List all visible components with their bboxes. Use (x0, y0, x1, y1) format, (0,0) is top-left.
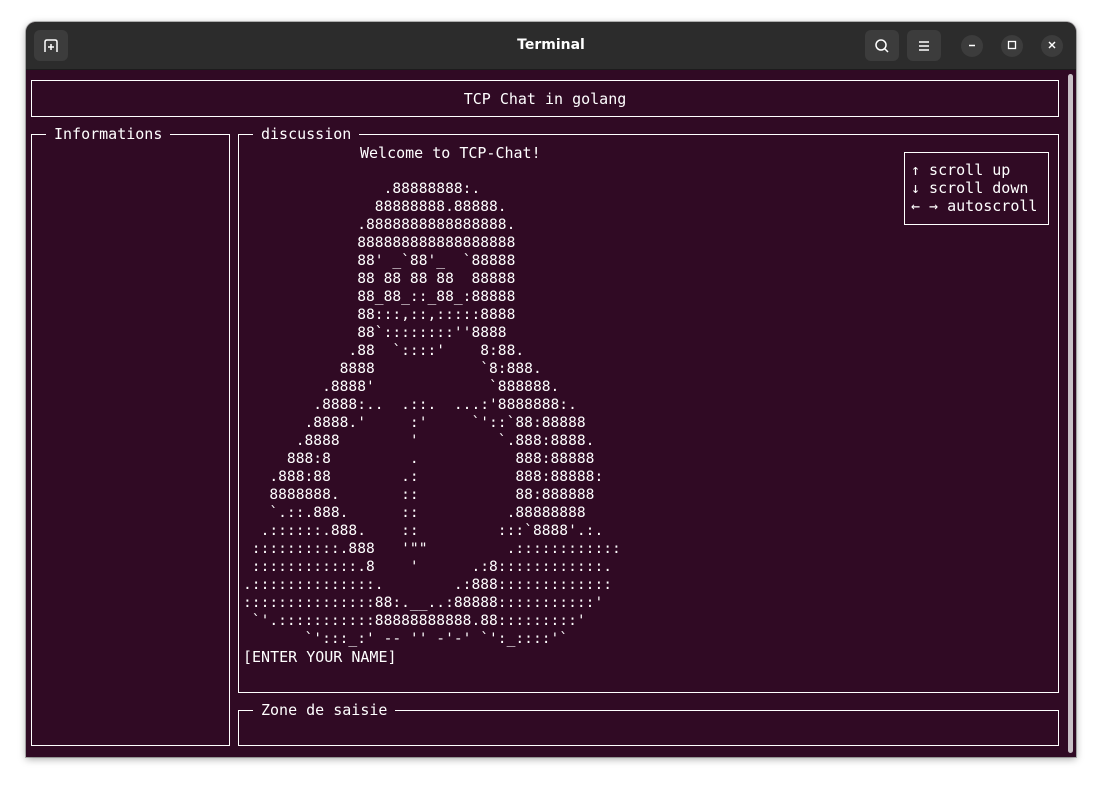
input-panel[interactable]: Zone de saisie (238, 701, 1059, 746)
minimize-icon (967, 37, 977, 55)
input-title: Zone de saisie (253, 701, 396, 719)
maximize-icon (1007, 37, 1017, 55)
header-panel: TCP Chat in golang (31, 80, 1059, 117)
close-icon (1047, 37, 1057, 55)
help-autoscroll: ← → autoscroll (911, 197, 1038, 215)
help-scroll-down: ↓ scroll down (911, 179, 1029, 197)
header-title: TCP Chat in golang (463, 89, 627, 108)
scrollbar-thumb[interactable] (1068, 74, 1073, 753)
terminal-content[interactable]: TCP Chat in golang Informations discussi… (26, 70, 1076, 757)
title-bar: Terminal (26, 22, 1076, 70)
scrollbar[interactable] (1066, 70, 1076, 757)
minimize-button[interactable] (961, 35, 983, 57)
name-prompt: [ENTER YOUR NAME] (243, 648, 397, 666)
terminal-window: Terminal TCP Chat in golang Informations… (26, 22, 1076, 757)
informations-title: Informations (46, 125, 171, 143)
new-tab-icon (43, 38, 59, 54)
ascii-art-logo: .88888888:. 88888888.88888. .88888888888… (243, 180, 621, 647)
hamburger-menu-icon (917, 39, 931, 53)
informations-panel: Informations (31, 125, 230, 746)
discussion-title: discussion (253, 125, 360, 143)
maximize-button[interactable] (1001, 35, 1023, 57)
discussion-panel: discussion Welcome to TCP-Chat! .8888888… (238, 125, 1059, 693)
welcome-message: Welcome to TCP-Chat! (360, 144, 541, 162)
help-scroll-up: ↑ scroll up (911, 161, 1011, 179)
new-tab-button[interactable] (34, 30, 68, 61)
search-button[interactable] (865, 30, 899, 61)
close-button[interactable] (1041, 35, 1063, 57)
search-icon (874, 38, 890, 54)
menu-button[interactable] (907, 30, 941, 61)
scroll-help-box: ↑ scroll up ↓ scroll down ← → autoscroll (904, 152, 1049, 225)
